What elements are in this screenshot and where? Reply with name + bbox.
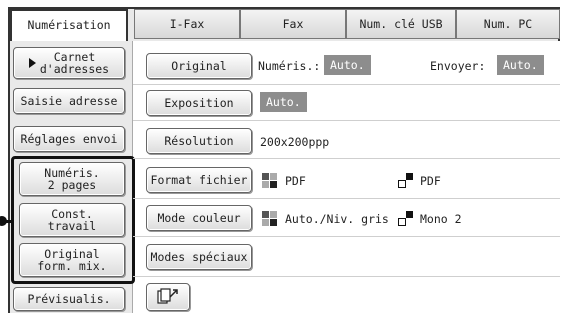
- color-grid-icon: [262, 173, 278, 189]
- color-mode-label: Mode couleur: [157, 211, 241, 225]
- send-cut-button[interactable]: [146, 283, 190, 311]
- preview-button[interactable]: Prévisualis.: [13, 287, 125, 311]
- send-label: Envoyer:: [430, 59, 486, 73]
- play-icon: [28, 58, 36, 68]
- callout-dot: [0, 216, 7, 226]
- color-mode-color-value: Auto./Niv. gris: [285, 212, 389, 226]
- row-divider: [133, 120, 560, 121]
- file-format-color-value: PDF: [285, 174, 306, 188]
- file-format-button[interactable]: Format fichier: [146, 167, 252, 193]
- tab-usb[interactable]: Num. clé USB: [346, 9, 456, 39]
- tab-ifax[interactable]: I-Fax: [134, 9, 240, 39]
- preview-label: Prévisualis.: [27, 292, 111, 306]
- row-divider: [133, 236, 560, 237]
- address-book-label: Carnet d'adresses: [39, 50, 110, 76]
- row-divider: [133, 158, 560, 159]
- original-label: Original: [171, 59, 227, 73]
- tab-bar: Numérisation I-Fax Fax Num. clé USB Num.…: [10, 9, 560, 43]
- send-settings-label: Réglages envoi: [20, 132, 118, 146]
- tab-fax[interactable]: Fax: [240, 9, 346, 39]
- address-book-button[interactable]: Carnet d'adresses: [13, 47, 125, 79]
- send-cut-icon: [157, 288, 178, 304]
- address-entry-button[interactable]: Saisie adresse: [13, 88, 125, 114]
- send-settings-button[interactable]: Réglages envoi: [13, 126, 125, 152]
- color-mode-bw-value: Mono 2: [420, 212, 462, 226]
- exposure-button[interactable]: Exposition: [146, 90, 252, 116]
- special-modes-label: Modes spéciaux: [150, 250, 248, 264]
- original-button[interactable]: Original: [146, 53, 252, 79]
- scan-value: Auto.: [324, 55, 371, 75]
- tab-scan[interactable]: Numérisation: [10, 9, 128, 43]
- highlight-box: [11, 156, 135, 284]
- tab-pc[interactable]: Num. PC: [456, 9, 560, 39]
- resolution-button[interactable]: Résolution: [146, 128, 252, 154]
- bw-corner-icon: [398, 211, 414, 227]
- scan-label: Numéris.:: [258, 59, 321, 73]
- exposure-value: Auto.: [260, 92, 307, 112]
- color-mode-button[interactable]: Mode couleur: [146, 205, 252, 231]
- row-divider: [133, 84, 560, 85]
- exposure-label: Exposition: [164, 96, 234, 110]
- file-format-label: Format fichier: [150, 173, 248, 187]
- resolution-value: 200x200ppp: [260, 135, 330, 149]
- file-format-bw-value: PDF: [420, 174, 441, 188]
- special-modes-button[interactable]: Modes spéciaux: [146, 244, 252, 270]
- send-value: Auto.: [497, 55, 544, 75]
- row-divider: [133, 276, 560, 277]
- address-entry-label: Saisie adresse: [20, 94, 118, 108]
- row-divider: [133, 198, 560, 199]
- resolution-label: Résolution: [164, 134, 234, 148]
- bw-corner-icon: [398, 173, 414, 189]
- color-grid-icon: [262, 211, 278, 227]
